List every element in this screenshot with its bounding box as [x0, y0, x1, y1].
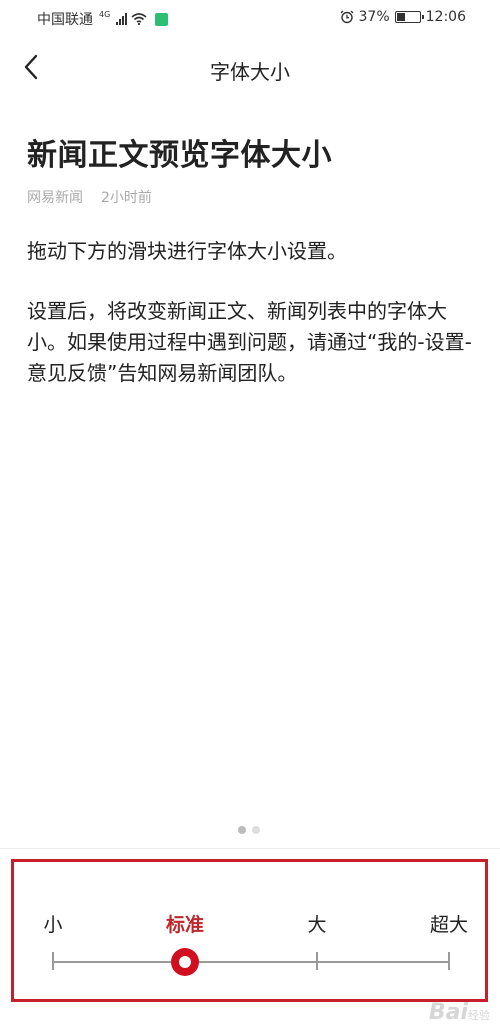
status-bar: 中国联通 4G 37% 12:06: [0, 0, 500, 34]
app-badge-icon: [155, 12, 169, 26]
wifi-icon: [131, 13, 147, 25]
article-paragraph: 拖动下方的滑块进行字体大小设置。: [27, 239, 347, 263]
article-source: 网易新闻: [27, 190, 83, 206]
status-right: 37% 12:06: [340, 9, 466, 25]
size-option-standard[interactable]: 标准: [166, 910, 204, 937]
alarm-icon: [340, 10, 353, 24]
battery-icon: [394, 11, 424, 23]
signal-icon: [116, 13, 128, 25]
baidu-watermark: Bai经验: [428, 1000, 490, 1025]
slider-thumb[interactable]: [171, 948, 199, 976]
page-indicator: [238, 826, 260, 834]
slider-tick: [316, 952, 318, 970]
battery-percent: 37%: [358, 9, 390, 25]
size-option-xlarge[interactable]: 超大: [430, 910, 468, 937]
clock-time: 12:06: [425, 9, 466, 25]
page-dot: [252, 826, 260, 834]
status-left: 中国联通 4G: [37, 9, 169, 29]
slider-tick: [448, 952, 450, 970]
divider: [0, 848, 500, 849]
page-title: 字体大小: [210, 60, 290, 84]
article-title: 新闻正文预览字体大小: [27, 138, 332, 173]
slider-tick: [52, 952, 54, 970]
article-meta: 网易新闻 2小时前: [27, 187, 152, 207]
size-option-large[interactable]: 大: [307, 910, 326, 937]
network-type: 4G: [99, 10, 111, 19]
article-time: 2小时前: [101, 190, 152, 206]
size-option-small[interactable]: 小: [43, 910, 62, 937]
nav-header: 字体大小: [0, 44, 500, 90]
font-size-slider-panel: 小 标准 大 超大: [11, 859, 488, 1002]
carrier-name: 中国联通: [37, 12, 93, 28]
article-paragraph: 设置后，将改变新闻正文、新闻列表中的字体大小。如果使用过程中遇到问题，请通过“我…: [27, 299, 472, 385]
slider-track[interactable]: [53, 961, 449, 963]
page-dot: [238, 826, 246, 834]
